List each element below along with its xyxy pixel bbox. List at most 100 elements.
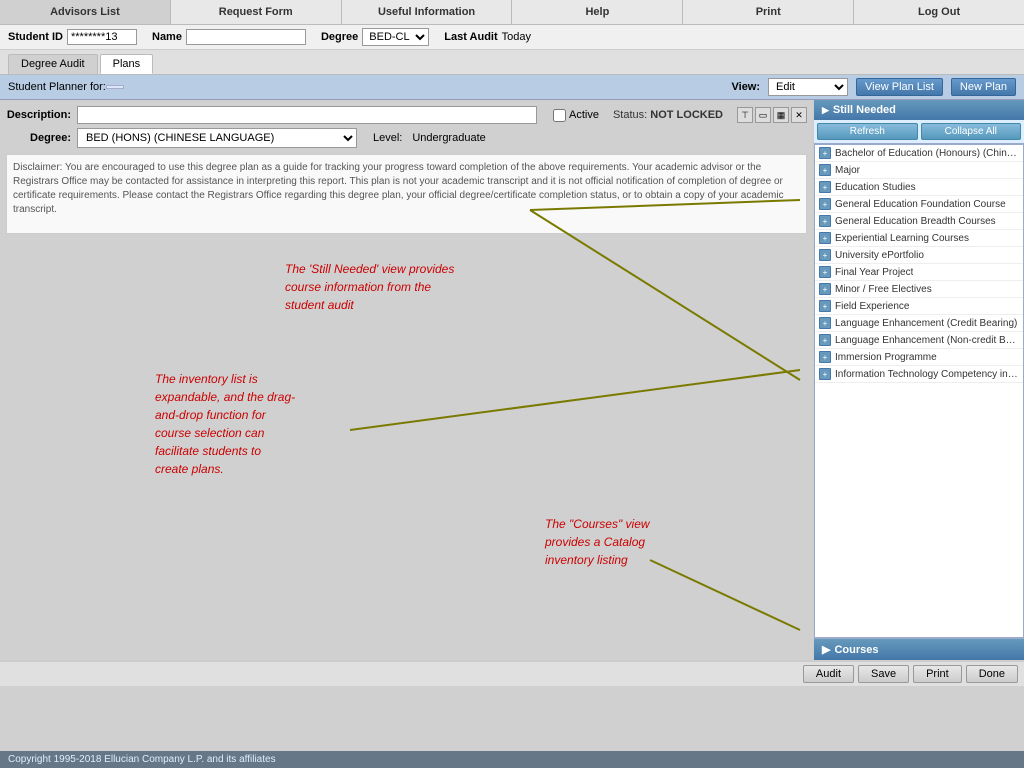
- page-wrapper: Advisors List Request Form Useful Inform…: [0, 0, 1024, 768]
- item-lang-credit[interactable]: +Language Enhancement (Credit Bearing): [815, 315, 1023, 332]
- view-select[interactable]: Edit Courses Still Needed: [768, 78, 848, 96]
- degree-form-select[interactable]: BED (HONS) (CHINESE LANGUAGE): [77, 128, 357, 148]
- item-label: Field Experience: [835, 301, 909, 312]
- description-label: Description:: [6, 109, 71, 121]
- nav-print[interactable]: Print: [683, 0, 854, 24]
- item-field-experience[interactable]: + Field Experience: [815, 298, 1023, 315]
- right-panel: ▶ Still Needed Refresh Collapse All +Bac…: [814, 100, 1024, 660]
- item-label: Information Technology Competency in Ed.…: [835, 369, 1019, 380]
- item-icon: +: [819, 368, 831, 380]
- still-needed-list: +Bachelor of Education (Honours) (Chines…: [814, 144, 1024, 638]
- active-checkbox[interactable]: [553, 109, 566, 122]
- center-area: Description: Active Status: NOT LOCKED ⊤…: [0, 100, 814, 660]
- item-icon: +: [819, 164, 831, 176]
- still-needed-arrow: ▶: [822, 105, 829, 116]
- degree-audit-tab[interactable]: Degree Audit: [8, 54, 98, 74]
- courses-header[interactable]: ▶ Courses: [814, 638, 1024, 660]
- nav-log-out[interactable]: Log Out: [854, 0, 1024, 24]
- degree-row: Degree: BED (HONS) (CHINESE LANGUAGE) Le…: [6, 128, 807, 148]
- disclaimer-box: Disclaimer: You are encouraged to use th…: [6, 154, 807, 234]
- status-value: NOT LOCKED: [650, 109, 723, 121]
- item-gen-edu-foundation[interactable]: +General Education Foundation Course: [815, 196, 1023, 213]
- item-icon: +: [819, 334, 831, 346]
- item-icon: +: [819, 317, 831, 329]
- student-id-input[interactable]: [67, 29, 137, 45]
- still-needed-header: ▶ Still Needed: [814, 100, 1024, 120]
- student-id-label: Student ID: [8, 31, 63, 43]
- item-education-studies[interactable]: +Education Studies: [815, 179, 1023, 196]
- toolbar-icon-3[interactable]: ▦: [773, 107, 789, 123]
- status-label: Status:: [613, 109, 647, 121]
- copyright-text: Copyright 1995-2018 Ellucian Company L.P…: [8, 754, 276, 765]
- item-lang-noncredit[interactable]: + Language Enhancement (Non-credit Bear..…: [815, 332, 1023, 349]
- level-label: Level:: [373, 132, 402, 144]
- plans-tab[interactable]: Plans: [100, 54, 154, 74]
- item-label: General Education Breadth Courses: [835, 216, 996, 227]
- save-button[interactable]: Save: [858, 665, 909, 683]
- view-plan-list-button[interactable]: View Plan List: [856, 78, 943, 96]
- item-icon: +: [819, 147, 831, 159]
- toolbar-icon-4[interactable]: ✕: [791, 107, 807, 123]
- description-input[interactable]: [77, 106, 537, 124]
- audit-button[interactable]: Audit: [803, 665, 854, 683]
- student-name-group: Name: [152, 29, 306, 45]
- item-minor[interactable]: +Minor / Free Electives: [815, 281, 1023, 298]
- print-bottom-button[interactable]: Print: [913, 665, 962, 683]
- degree-form-label: Degree:: [6, 132, 71, 144]
- new-plan-button[interactable]: New Plan: [951, 78, 1016, 96]
- item-label: Experiential Learning Courses: [835, 233, 969, 244]
- item-label: Education Studies: [835, 182, 916, 193]
- item-label: General Education Foundation Course: [835, 199, 1006, 210]
- item-icon: +: [819, 249, 831, 261]
- student-planner-label: Student Planner for:: [8, 81, 106, 93]
- tabs-row: Degree Audit Plans: [0, 50, 1024, 75]
- item-final-year[interactable]: +Final Year Project: [815, 264, 1023, 281]
- item-immersion[interactable]: +Immersion Programme: [815, 349, 1023, 366]
- item-experiential[interactable]: + Experiential Learning Courses: [815, 230, 1023, 247]
- degree-label: Degree: [321, 31, 358, 43]
- nav-request-form[interactable]: Request Form: [171, 0, 342, 24]
- item-label: Language Enhancement (Non-credit Bear...: [835, 335, 1019, 346]
- item-icon: +: [819, 300, 831, 312]
- main-area: Description: Active Status: NOT LOCKED ⊤…: [0, 100, 1024, 660]
- disclaimer-text: Disclaimer: You are encouraged to use th…: [13, 162, 784, 215]
- toolbar-icon-2[interactable]: ▭: [755, 107, 771, 123]
- active-label: Active: [569, 109, 599, 121]
- active-checkbox-group: Active: [553, 109, 599, 122]
- bottom-bar: Audit Save Print Done: [0, 660, 1024, 686]
- item-label: University ePortfolio: [835, 250, 924, 261]
- item-icon: +: [819, 266, 831, 278]
- level-value: Undergraduate: [412, 132, 485, 144]
- nav-advisors-list[interactable]: Advisors List: [0, 0, 171, 24]
- name-input[interactable]: [186, 29, 306, 45]
- status-text: Status: NOT LOCKED: [613, 109, 723, 121]
- planner-student-name: [106, 85, 124, 89]
- courses-title: Courses: [834, 644, 878, 656]
- nav-useful-information[interactable]: Useful Information: [342, 0, 513, 24]
- copyright-bar: Copyright 1995-2018 Ellucian Company L.P…: [0, 751, 1024, 768]
- item-icon: +: [819, 215, 831, 227]
- toolbar-icon-1[interactable]: ⊤: [737, 107, 753, 123]
- last-audit-label: Last Audit: [444, 31, 497, 43]
- planner-header: Student Planner for: View: Edit Courses …: [0, 75, 1024, 100]
- refresh-button[interactable]: Refresh: [817, 123, 918, 140]
- description-row: Description: Active Status: NOT LOCKED ⊤…: [6, 106, 807, 124]
- done-button[interactable]: Done: [966, 665, 1018, 683]
- item-it-competency[interactable]: + Information Technology Competency in Ed…: [815, 366, 1023, 383]
- toolbar-icons: ⊤ ▭ ▦ ✕: [737, 107, 807, 123]
- item-eportfolio[interactable]: + University ePortfolio: [815, 247, 1023, 264]
- item-major[interactable]: +Major: [815, 162, 1023, 179]
- student-id-group: Student ID: [8, 29, 137, 45]
- collapse-all-button[interactable]: Collapse All: [921, 123, 1022, 140]
- item-icon: +: [819, 283, 831, 295]
- item-icon: +: [819, 232, 831, 244]
- degree-select-top[interactable]: BED-CL: [362, 28, 429, 46]
- last-audit-value: Today: [502, 31, 531, 43]
- item-gen-edu-breadth[interactable]: + General Education Breadth Courses: [815, 213, 1023, 230]
- planner-right: View: Edit Courses Still Needed View Pla…: [732, 78, 1017, 96]
- still-needed-title: Still Needed: [833, 104, 896, 116]
- nav-help[interactable]: Help: [512, 0, 683, 24]
- item-icon: +: [819, 351, 831, 363]
- item-bachelor[interactable]: +Bachelor of Education (Honours) (Chines…: [815, 145, 1023, 162]
- top-nav: Advisors List Request Form Useful Inform…: [0, 0, 1024, 25]
